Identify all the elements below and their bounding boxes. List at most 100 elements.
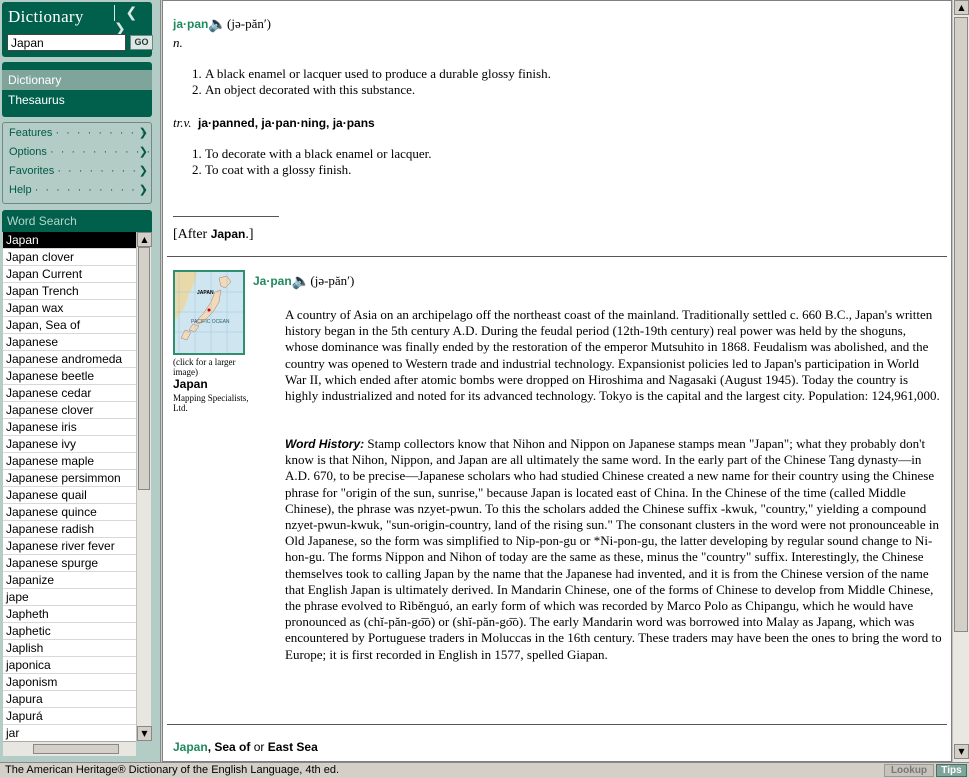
go-button[interactable]: GO	[130, 35, 153, 50]
divider	[167, 724, 947, 725]
map-caption-click[interactable]: (click for a larger image)	[173, 357, 251, 377]
pronunciation: (jə-păn′)	[310, 273, 355, 288]
definition: To coat with a glossy finish.	[205, 162, 431, 178]
status-bar: The American Heritage® Dictionary of the…	[0, 762, 969, 778]
entry-body: A country of Asia on an archipelago off …	[285, 307, 940, 404]
menu-item-favorites[interactable]: Favorites · · · · · · · · · · · ·❯	[3, 162, 151, 181]
chevron-right-icon: ❯	[138, 127, 148, 139]
verb-definitions: To decorate with a black enamel or lacqu…	[173, 146, 431, 178]
word-list-item[interactable]: Japanese andromeda	[3, 351, 136, 368]
part-of-speech: tr.v.	[173, 115, 192, 130]
map-image[interactable]: JAPAN PACIFIC OCEAN	[173, 270, 245, 355]
menu-item-label: Options	[9, 146, 47, 158]
sidebar-splitter[interactable]	[155, 0, 161, 762]
scroll-down-icon[interactable]: ▼	[137, 726, 152, 741]
scroll-down-icon[interactable]: ▼	[954, 744, 969, 759]
part-of-speech: n.	[173, 35, 183, 50]
word-list-item[interactable]: Japanese	[3, 334, 136, 351]
word-list-item[interactable]: jar	[3, 725, 136, 741]
alternate-name: East Sea	[267, 740, 318, 754]
word-search-header: Word Search	[2, 210, 152, 232]
word-list-item[interactable]: Japan Current	[3, 266, 136, 283]
chevron-right-icon: ❯	[138, 165, 148, 177]
chevron-right-icon: ❯	[138, 184, 148, 196]
word-list-item[interactable]: Japanese ivy	[3, 436, 136, 453]
divider	[114, 5, 115, 21]
word-list-item[interactable]: Japura	[3, 691, 136, 708]
word-list-hscrollbar[interactable]	[3, 741, 136, 756]
japan-map-icon	[175, 272, 243, 353]
tab-thesaurus[interactable]: Thesaurus	[2, 90, 152, 110]
menu-item-features[interactable]: Features · · · · · · · · · · · · ·❯	[3, 124, 151, 143]
definition-pane: ja·pan🔈(jə-păn′) n. A black enamel or la…	[162, 0, 952, 762]
scroll-thumb[interactable]	[33, 744, 119, 754]
headword: Ja·pan	[253, 274, 292, 288]
word-list-item[interactable]: Japan Trench	[3, 283, 136, 300]
word-list-item[interactable]: Japanese clover	[3, 402, 136, 419]
scroll-up-icon[interactable]: ▲	[954, 0, 969, 15]
divider	[173, 216, 279, 217]
noun-definitions: A black enamel or lacquer used to produc…	[173, 66, 551, 98]
definition-scrollbar[interactable]: ▲ ▼	[952, 0, 969, 762]
word-list-item[interactable]: Japanese radish	[3, 521, 136, 538]
word-history: Word History: Stamp collectors know that…	[285, 436, 942, 663]
word-list-item[interactable]: Japlish	[3, 640, 136, 657]
word-list-item[interactable]: Japurá	[3, 708, 136, 725]
word-list-item[interactable]: Japan wax	[3, 300, 136, 317]
word-list-scrollbar[interactable]: ▲ ▼	[136, 232, 152, 741]
word-list-item[interactable]: Japan	[3, 232, 136, 249]
menu-item-help[interactable]: Help · · · · · · · · · · · · · ·❯	[3, 181, 151, 200]
word-list-item[interactable]: Japhetic	[3, 623, 136, 640]
tab-dictionary[interactable]: Dictionary	[2, 70, 152, 90]
word-list-item[interactable]: Japheth	[3, 606, 136, 623]
map-label: JAPAN	[197, 290, 214, 296]
word-list-item[interactable]: Japanese quince	[3, 504, 136, 521]
word-list-item[interactable]: Japanese persimmon	[3, 470, 136, 487]
speaker-icon[interactable]: 🔈	[208, 15, 227, 33]
app-title: Dictionary	[8, 7, 84, 26]
chevron-left-icon[interactable]: ❮	[125, 5, 137, 21]
connector: or	[250, 740, 268, 754]
etymology-text: .]	[245, 227, 254, 242]
lookup-button[interactable]: Lookup	[884, 764, 934, 777]
word-list-item[interactable]: Japan clover	[3, 249, 136, 266]
etymology-word: Japan	[210, 227, 246, 241]
map-caption-credit: Mapping Specialists, Ltd.	[173, 393, 249, 413]
word-list-item[interactable]: Japanese iris	[3, 419, 136, 436]
mode-tabs: Dictionary Thesaurus	[2, 62, 152, 117]
word-list-item[interactable]: Japanese spurge	[3, 555, 136, 572]
word-list-item[interactable]: Japonism	[3, 674, 136, 691]
definition: A black enamel or lacquer used to produc…	[205, 66, 551, 82]
word-list[interactable]: Japan Japan clover Japan Current Japan Tren…	[3, 232, 136, 741]
word-list-item[interactable]: Japanize	[3, 572, 136, 589]
etymology: [After Japan.]	[173, 227, 254, 243]
word-list-item[interactable]: Japanese cedar	[3, 385, 136, 402]
entry-header: Ja·pan🔈(jə-păn′)	[253, 272, 354, 290]
tips-button[interactable]: Tips	[936, 764, 967, 777]
word-list-item[interactable]: Japanese quail	[3, 487, 136, 504]
word-list-item[interactable]: Japan, Sea of	[3, 317, 136, 334]
verb-header: tr.v. ja·panned, ja·pan·ning, ja·pans	[173, 115, 375, 131]
menu-item-label: Help	[9, 184, 32, 196]
search-input[interactable]	[7, 34, 126, 51]
word-list-item[interactable]: Japanese beetle	[3, 368, 136, 385]
scroll-thumb[interactable]	[138, 247, 150, 490]
headword-rest: , Sea of	[207, 740, 251, 754]
map-caption-title: Japan	[173, 377, 208, 391]
menu-item-options[interactable]: Options · · · · · · · · · · · · ·❯	[3, 143, 151, 162]
inflections: ja·panned, ja·pan·ning, ja·pans	[198, 116, 375, 130]
word-list-item[interactable]: Japanese maple	[3, 453, 136, 470]
scroll-up-icon[interactable]: ▲	[137, 232, 152, 247]
scroll-thumb[interactable]	[954, 17, 968, 632]
headword: ja·pan	[173, 17, 209, 31]
word-list-item[interactable]: jape	[3, 589, 136, 606]
entry-header: Japan, Sea of or East Sea	[173, 740, 318, 754]
word-history-text: Stamp collectors know that Nihon and Nip…	[285, 436, 942, 662]
pronunciation: (jə-păn′)	[227, 16, 272, 31]
entry-header: ja·pan🔈(jə-păn′)	[173, 15, 271, 33]
word-list-item[interactable]: Japanese river fever	[3, 538, 136, 555]
nav-arrows: ❮ ❯	[114, 5, 152, 37]
options-menu: Features · · · · · · · · · · · · ·❯ Opti…	[2, 122, 152, 204]
word-list-item[interactable]: japonica	[3, 657, 136, 674]
speaker-icon[interactable]: 🔈	[292, 272, 311, 290]
